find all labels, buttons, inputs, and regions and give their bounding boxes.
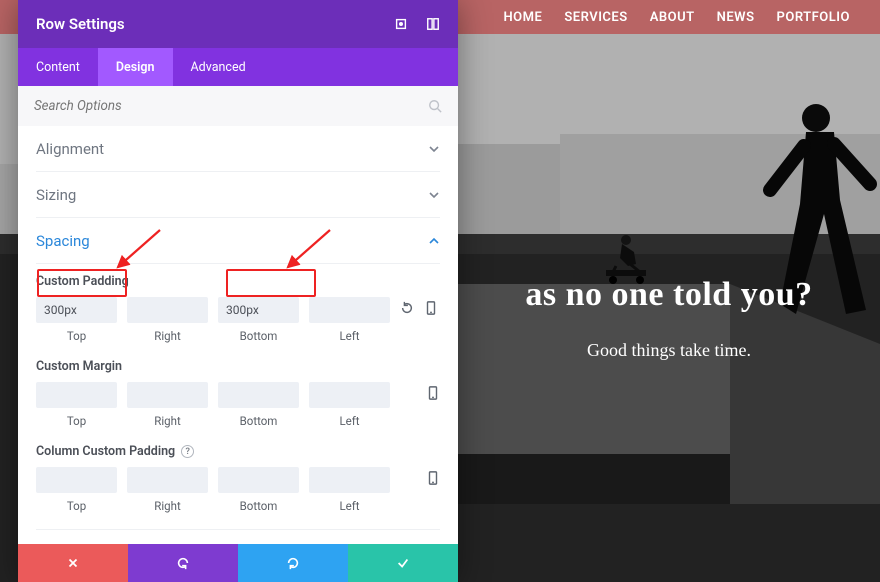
side-top-label: Top <box>67 329 86 343</box>
column-custom-padding-row: Top Right Bottom Left <box>36 467 440 513</box>
hero-subtitle: Good things take time. <box>458 340 880 361</box>
check-icon <box>396 556 410 570</box>
custom-margin-left-input[interactable] <box>309 382 390 408</box>
expand-icon[interactable] <box>394 17 408 31</box>
side-left-label: Left <box>339 329 359 343</box>
hero-text: as no one told you? Good things take tim… <box>458 276 880 361</box>
cancel-button[interactable] <box>18 544 128 582</box>
side-top-label: Top <box>67 414 86 428</box>
save-button[interactable] <box>348 544 458 582</box>
tab-content[interactable]: Content <box>18 48 98 86</box>
nav-services[interactable]: SERVICES <box>564 10 627 25</box>
custom-margin-right-input[interactable] <box>127 382 208 408</box>
panel-tabs: Content Design Advanced <box>18 48 458 86</box>
search-input[interactable] <box>34 99 401 114</box>
section-animation[interactable]: Animation <box>36 530 440 544</box>
side-bottom-label: Bottom <box>240 329 278 343</box>
nav-home[interactable]: HOME <box>503 10 542 25</box>
reset-icon[interactable] <box>400 301 414 315</box>
snap-icon[interactable] <box>426 17 440 31</box>
responsive-icon[interactable] <box>424 301 438 315</box>
tab-design[interactable]: Design <box>98 48 173 86</box>
panel-body: Alignment Sizing Spacing Custom Padding … <box>18 126 458 544</box>
custom-margin-row: Top Right Bottom Left <box>36 382 440 428</box>
nav-news[interactable]: NEWS <box>717 10 755 25</box>
custom-margin-label: Custom Margin <box>36 359 440 374</box>
custom-padding-top-input[interactable] <box>36 297 117 323</box>
tab-advanced[interactable]: Advanced <box>173 48 264 86</box>
undo-button[interactable] <box>128 544 238 582</box>
section-sizing-label: Sizing <box>36 186 76 204</box>
row-settings-panel: Row Settings Content Design Advanced Ali… <box>18 0 458 582</box>
side-bottom-label: Bottom <box>240 414 278 428</box>
section-alignment[interactable]: Alignment <box>36 126 440 172</box>
custom-padding-right-input[interactable] <box>127 297 208 323</box>
chevron-down-icon <box>428 143 440 155</box>
search-icon[interactable] <box>428 99 442 113</box>
redo-button[interactable] <box>238 544 348 582</box>
custom-padding-row: Top Right Bottom Left <box>36 297 440 343</box>
section-spacing-label: Spacing <box>36 232 90 250</box>
custom-margin-top-input[interactable] <box>36 382 117 408</box>
close-icon <box>66 556 80 570</box>
redo-icon <box>286 556 300 570</box>
section-spacing[interactable]: Spacing <box>36 218 440 264</box>
responsive-icon[interactable] <box>426 386 440 400</box>
section-alignment-label: Alignment <box>36 140 104 158</box>
nav-portfolio[interactable]: PORTFOLIO <box>777 10 850 25</box>
panel-footer <box>18 544 458 582</box>
side-bottom-label: Bottom <box>240 499 278 513</box>
section-sizing[interactable]: Sizing <box>36 172 440 218</box>
column-custom-padding-label: Column Custom Padding ? <box>36 444 440 459</box>
side-left-label: Left <box>339 414 359 428</box>
panel-title: Row Settings <box>36 15 125 33</box>
column-padding-left-input[interactable] <box>309 467 390 493</box>
custom-padding-bottom-input[interactable] <box>218 297 299 323</box>
custom-margin-bottom-input[interactable] <box>218 382 299 408</box>
column-padding-bottom-input[interactable] <box>218 467 299 493</box>
panel-header: Row Settings <box>18 0 458 48</box>
side-right-label: Right <box>154 414 180 428</box>
side-right-label: Right <box>154 499 180 513</box>
nav-about[interactable]: ABOUT <box>650 10 695 25</box>
help-icon[interactable]: ? <box>181 445 194 458</box>
spacing-body: Custom Padding Top Right Bottom Left <box>36 264 440 530</box>
side-left-label: Left <box>339 499 359 513</box>
search-row <box>18 86 458 126</box>
chevron-down-icon <box>428 189 440 201</box>
hero-title: as no one told you? <box>458 276 880 314</box>
undo-icon <box>176 556 190 570</box>
column-padding-right-input[interactable] <box>127 467 208 493</box>
custom-padding-label: Custom Padding <box>36 274 440 289</box>
side-top-label: Top <box>67 499 86 513</box>
side-right-label: Right <box>154 329 180 343</box>
column-padding-top-input[interactable] <box>36 467 117 493</box>
custom-padding-left-input[interactable] <box>309 297 390 323</box>
chevron-up-icon <box>428 235 440 247</box>
column-custom-padding-text: Column Custom Padding <box>36 444 175 459</box>
responsive-icon[interactable] <box>426 471 440 485</box>
